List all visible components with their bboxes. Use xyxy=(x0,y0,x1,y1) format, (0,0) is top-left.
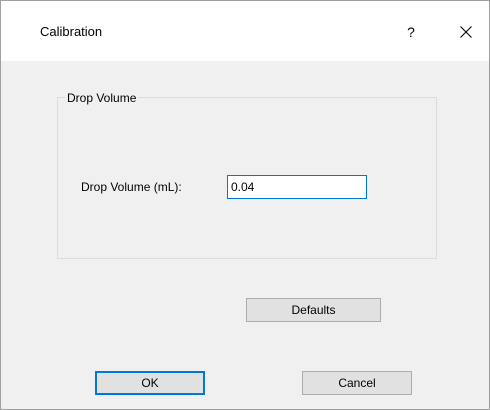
close-button[interactable] xyxy=(445,17,485,47)
defaults-button[interactable]: Defaults xyxy=(246,298,381,322)
title-bar[interactable]: Calibration ? xyxy=(1,1,489,61)
window-title: Calibration xyxy=(40,24,103,39)
calibration-dialog: Calibration ? Drop Volume Drop Volume (m… xyxy=(0,0,490,410)
drop-volume-field-label: Drop Volume (mL): xyxy=(81,180,182,194)
cancel-button[interactable]: Cancel xyxy=(302,371,412,395)
help-button[interactable]: ? xyxy=(391,17,431,47)
drop-volume-input[interactable] xyxy=(227,175,367,199)
ok-button[interactable]: OK xyxy=(95,371,205,395)
close-icon xyxy=(460,26,472,38)
drop-volume-group-label: Drop Volume xyxy=(65,91,139,105)
